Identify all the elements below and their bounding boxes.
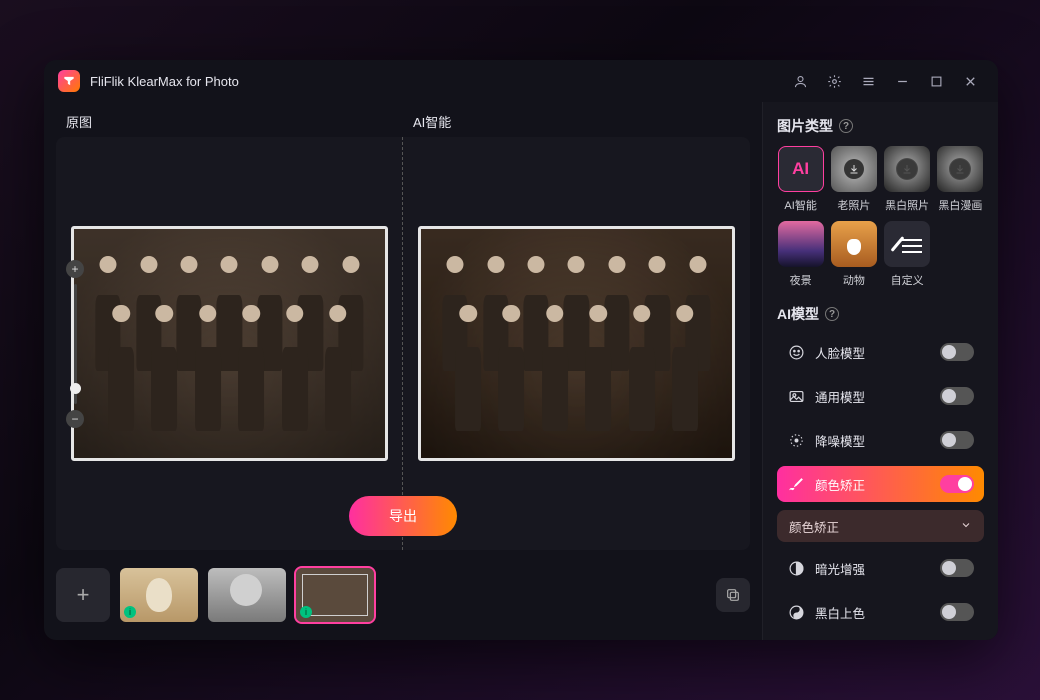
- model-label: 黑白上色: [815, 603, 930, 622]
- image-type-label: 老照片: [837, 197, 870, 213]
- section-image-type: 图片类型 ?: [777, 116, 984, 136]
- image-type-comic[interactable]: [937, 146, 983, 192]
- model-toggle-lowlight[interactable]: [940, 559, 974, 577]
- model-toggle-face[interactable]: [940, 343, 974, 361]
- help-icon[interactable]: ?: [825, 307, 839, 321]
- compare-result-pane: [403, 137, 750, 550]
- download-icon: [897, 159, 917, 179]
- done-badge: i: [300, 606, 312, 618]
- compare-viewport: + − 导出: [56, 137, 750, 550]
- export-button[interactable]: 导出: [349, 496, 457, 536]
- thumbnail-strip: + i i: [56, 562, 750, 628]
- app-logo: [58, 70, 80, 92]
- image-type-label: 自定义: [891, 272, 924, 288]
- thumbnail-group[interactable]: i: [296, 568, 374, 622]
- image-type-label: 动物: [843, 272, 865, 288]
- zoom-in-button[interactable]: +: [66, 260, 84, 278]
- model-label: 降噪模型: [815, 431, 930, 450]
- zoom-thumb[interactable]: [70, 383, 81, 394]
- compare-original-pane: + −: [56, 137, 403, 550]
- compare-left-label: 原图: [56, 112, 403, 131]
- menu-icon[interactable]: [854, 67, 882, 95]
- model-color: 颜色矫正: [777, 466, 984, 502]
- chevron-down-icon: [960, 519, 972, 534]
- model-general: 通用模型: [777, 378, 984, 414]
- model-label: 暗光增强: [815, 559, 930, 578]
- section-ai-model: AI模型 ?: [777, 304, 984, 324]
- compare-right-label: AI智能: [403, 112, 750, 131]
- model-toggle-colorize[interactable]: [940, 603, 974, 621]
- image-type-label: 夜景: [790, 272, 812, 288]
- add-image-button[interactable]: +: [56, 568, 110, 622]
- model-toggle-color[interactable]: [940, 475, 974, 493]
- image-type-ai[interactable]: AI: [778, 146, 824, 192]
- model-label: 人脸模型: [815, 343, 930, 362]
- model-face: 人脸模型: [777, 334, 984, 370]
- result-photo[interactable]: [418, 226, 736, 461]
- titlebar: FliFlik KlearMax for Photo: [44, 60, 998, 102]
- contrast-icon: [787, 559, 805, 577]
- model-denoise: 降噪模型: [777, 422, 984, 458]
- done-badge: i: [124, 606, 136, 618]
- model-label: 颜色矫正: [815, 475, 930, 494]
- image-type-label: 黑白照片: [885, 197, 929, 213]
- smile-icon: [787, 343, 805, 361]
- download-icon: [950, 159, 970, 179]
- image-type-label: AI智能: [784, 197, 816, 213]
- close-icon[interactable]: [956, 67, 984, 95]
- model-colorize: 黑白上色: [777, 594, 984, 630]
- image-icon: [787, 387, 805, 405]
- ai-model-title: AI模型: [777, 304, 819, 324]
- image-type-animal[interactable]: [831, 221, 877, 267]
- batch-button[interactable]: [716, 578, 750, 612]
- image-type-night[interactable]: [778, 221, 824, 267]
- model-label: 通用模型: [815, 387, 930, 406]
- image-type-label: 黑白漫画: [938, 197, 982, 213]
- image-type-custom[interactable]: [884, 221, 930, 267]
- color-correction-dropdown[interactable]: 颜色矫正: [777, 510, 984, 542]
- model-toggle-general[interactable]: [940, 387, 974, 405]
- app-title: FliFlik KlearMax for Photo: [90, 74, 239, 89]
- maximize-icon[interactable]: [922, 67, 950, 95]
- image-type-title: 图片类型: [777, 116, 833, 136]
- sidebar: 图片类型 ? AI AI智能 老照片黑白照片黑白漫画夜景 动物 自定义 AI模型 ? 人…: [762, 102, 998, 640]
- paint-icon: [787, 475, 805, 493]
- image-type-bw[interactable]: [884, 146, 930, 192]
- zoom-slider[interactable]: + −: [66, 260, 84, 428]
- model-toggle-denoise[interactable]: [940, 431, 974, 449]
- download-icon: [844, 159, 864, 179]
- help-icon[interactable]: ?: [839, 119, 853, 133]
- app-window: FliFlik KlearMax for Photo 原图 AI智能: [44, 60, 998, 640]
- dropdown-label: 颜色矫正: [789, 517, 839, 536]
- original-photo[interactable]: [71, 226, 389, 461]
- gear-icon[interactable]: [820, 67, 848, 95]
- sparkle-icon: [787, 431, 805, 449]
- zoom-track[interactable]: [74, 284, 77, 404]
- model-lowlight: 暗光增强: [777, 550, 984, 586]
- minimize-icon[interactable]: [888, 67, 916, 95]
- yin-yang-icon: [787, 603, 805, 621]
- user-icon[interactable]: [786, 67, 814, 95]
- image-type-old[interactable]: [831, 146, 877, 192]
- thumbnail-man[interactable]: [208, 568, 286, 622]
- main-column: 原图 AI智能 + −: [44, 102, 762, 640]
- zoom-out-button[interactable]: −: [66, 410, 84, 428]
- thumbnail-cat[interactable]: i: [120, 568, 198, 622]
